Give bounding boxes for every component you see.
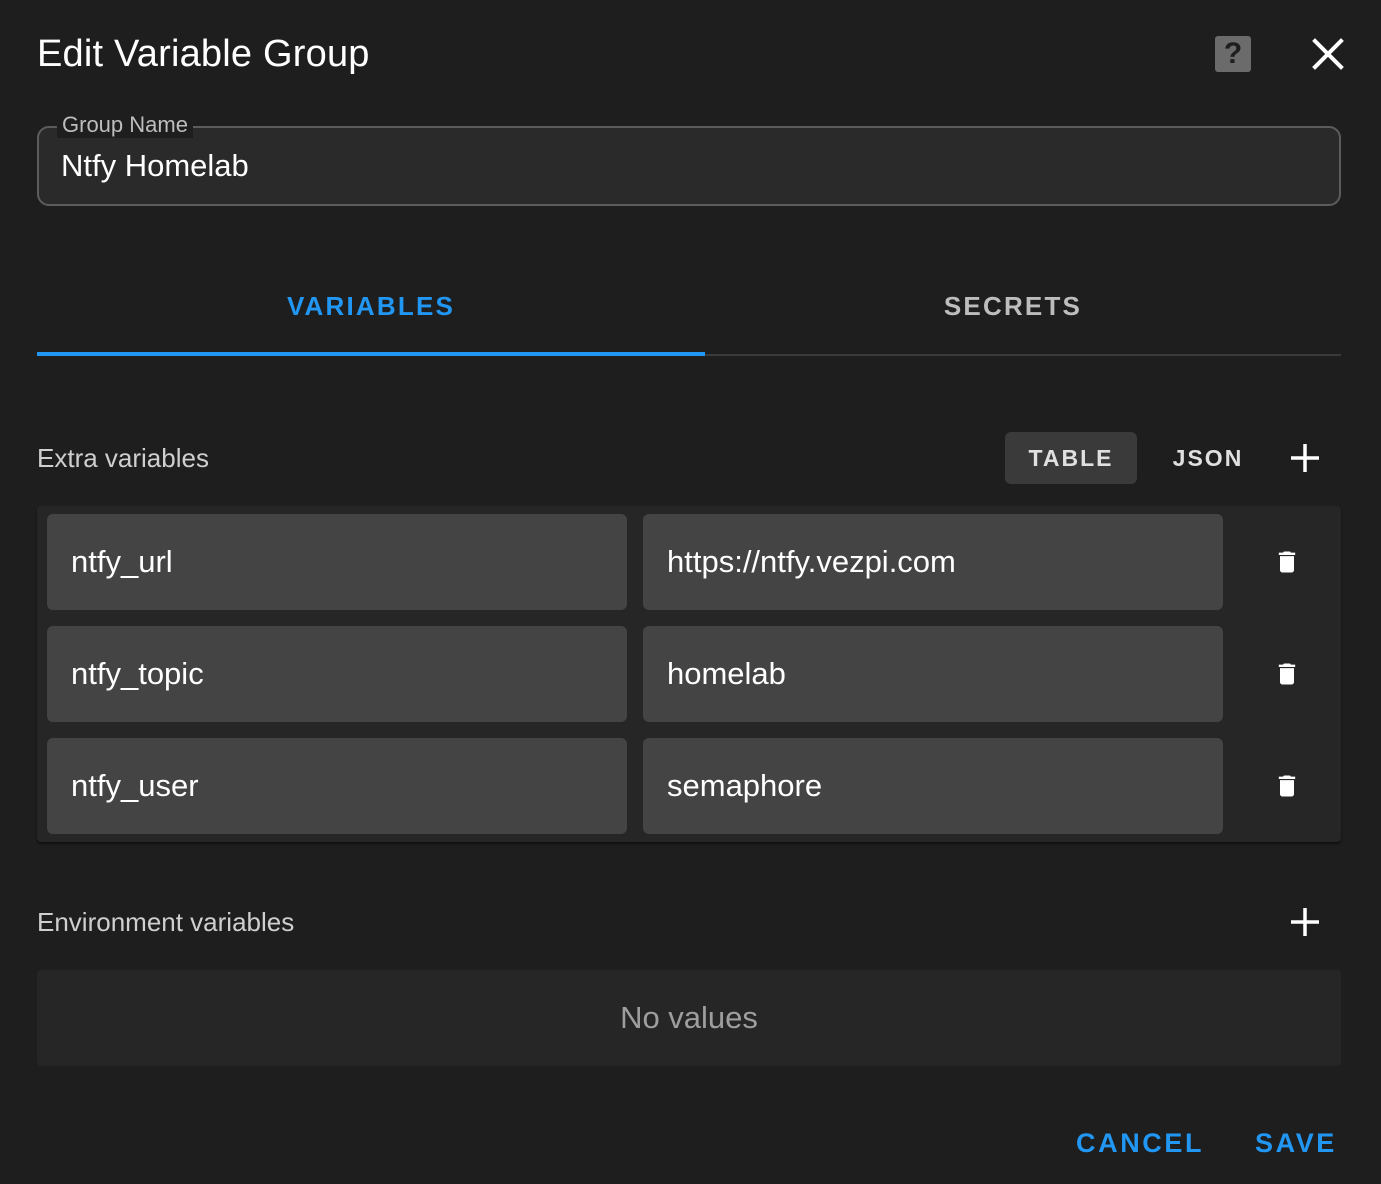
close-button[interactable] [1310, 36, 1346, 72]
variable-row: ntfy_user semaphore [37, 738, 1341, 834]
variable-value-field[interactable]: https://ntfy.vezpi.com [643, 514, 1223, 610]
delete-variable-button[interactable] [1273, 548, 1301, 576]
active-tab-indicator [37, 352, 705, 356]
extra-variables-label: Extra variables [37, 443, 209, 473]
close-icon [1312, 38, 1344, 70]
trash-icon [1278, 551, 1296, 573]
variable-value-field[interactable]: semaphore [643, 738, 1223, 834]
extra-variables-table: ntfy_url https://ntfy.vezpi.com ntfy_top… [37, 506, 1341, 842]
tab-variables[interactable]: VARIABLES [37, 260, 705, 352]
group-name-field[interactable]: Group Name [37, 112, 1341, 206]
environment-variables-label: Environment variables [37, 907, 295, 937]
table-view-button[interactable]: TABLE [1005, 432, 1137, 484]
tab-secrets[interactable]: SECRETS [685, 260, 1341, 352]
empty-state-text: No values [620, 1000, 758, 1035]
save-button[interactable]: SAVE [1255, 1118, 1337, 1168]
delete-variable-button[interactable] [1273, 660, 1301, 688]
add-environment-variable-button[interactable] [1285, 902, 1325, 942]
group-name-input[interactable] [61, 146, 1311, 186]
environment-variables-empty-state: No values [37, 970, 1341, 1066]
help-button[interactable]: ? [1215, 36, 1251, 72]
json-view-button[interactable]: JSON [1142, 432, 1274, 484]
variable-row: ntfy_topic homelab [37, 626, 1341, 722]
variable-value-field[interactable]: homelab [643, 626, 1223, 722]
group-name-label: Group Name [57, 112, 193, 138]
add-extra-variable-button[interactable] [1285, 438, 1325, 478]
cancel-button[interactable]: CANCEL [1076, 1118, 1204, 1168]
trash-icon [1278, 663, 1296, 685]
edit-variable-group-dialog: Edit Variable Group ? Group Name VARIABL… [0, 0, 1381, 1184]
variable-key-field[interactable]: ntfy_topic [47, 626, 627, 722]
plus-icon [1291, 908, 1319, 936]
trash-icon [1278, 775, 1296, 797]
dialog-title: Edit Variable Group [37, 33, 370, 75]
plus-icon [1291, 444, 1319, 472]
delete-variable-button[interactable] [1273, 772, 1301, 800]
help-icon: ? [1223, 37, 1243, 70]
variable-row: ntfy_url https://ntfy.vezpi.com [37, 514, 1341, 610]
tab-bar: VARIABLES SECRETS [37, 260, 1341, 356]
variable-key-field[interactable]: ntfy_user [47, 738, 627, 834]
variable-key-field[interactable]: ntfy_url [47, 514, 627, 610]
